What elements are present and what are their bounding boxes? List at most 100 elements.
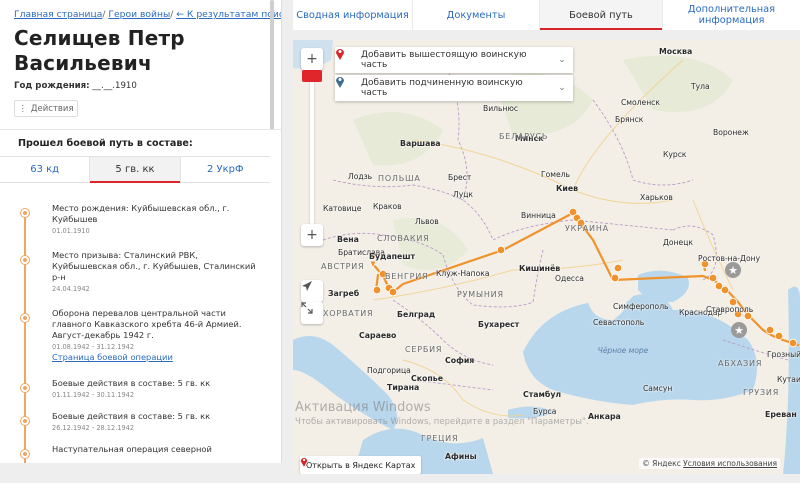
timeline-dot: [21, 256, 29, 264]
city-label: Симферополь: [613, 302, 669, 311]
event-date: 01.01.1910: [52, 227, 90, 235]
actions-button[interactable]: ⋮ Действия: [14, 100, 78, 117]
birth-label: Год рождения:: [14, 81, 90, 91]
map-copyright: © Яндекс Условия использования: [639, 458, 780, 469]
timeline-event: Место призыва: Сталинский РВК, Куйбышевс…: [21, 250, 262, 293]
sea-label: Чёрное море: [597, 346, 649, 355]
unit-tab-63kd[interactable]: 63 кд: [0, 157, 89, 182]
city-label: Стамбул: [523, 390, 562, 399]
tab-documents[interactable]: Документы: [413, 0, 540, 30]
star-pin-icon[interactable]: ★: [725, 262, 741, 278]
breadcrumb-separator: /: [170, 9, 174, 20]
scrollbar[interactable]: [270, 0, 274, 130]
country-label: ВЕНГРИЯ: [385, 272, 429, 281]
copyright-brand: © Яндекс: [642, 459, 681, 468]
city-label: Смоленск: [621, 98, 660, 107]
windows-activation-watermark: Активация Windows Чтобы активировать Win…: [295, 400, 589, 427]
breadcrumb-home-link[interactable]: Главная страница: [14, 9, 102, 20]
city-label: Тирана: [387, 383, 420, 392]
route-marker[interactable]: [708, 273, 718, 283]
event-text: Оборона перевалов центральной части глав…: [52, 308, 242, 340]
tab-combat-path[interactable]: Боевой путь: [540, 0, 663, 30]
timeline-event: Место рождения: Куйбышевская обл., г. Ку…: [21, 203, 262, 235]
zoom-out-button[interactable]: +: [301, 224, 323, 246]
filter-label: Добавить подчиненную воинскую часть: [361, 78, 523, 98]
city-label: Донецк: [663, 238, 693, 247]
route-marker[interactable]: [720, 285, 730, 295]
terms-of-use-link[interactable]: Условия использования: [683, 459, 777, 468]
chevron-down-icon: ⌄: [558, 83, 566, 93]
city-label: Самсун: [643, 384, 673, 393]
tab-label: Боевой путь: [569, 9, 633, 21]
unit-tab-5gvkk[interactable]: 5 гв. кк: [89, 157, 181, 183]
breadcrumb-heroes-link[interactable]: Герои войны: [108, 9, 170, 20]
city-label: Вильнюс: [483, 104, 519, 113]
route-marker[interactable]: [372, 285, 382, 295]
route-marker[interactable]: [788, 338, 798, 348]
country-label: ХОРВАТИЯ: [323, 309, 374, 318]
city-label: Афины: [445, 452, 477, 461]
tab-summary[interactable]: Сводная информация: [293, 0, 413, 30]
city-label: Курск: [663, 150, 687, 159]
city-label: Катовице: [323, 204, 362, 213]
event-date: 01.08.1942 - 31.12.1942: [52, 343, 135, 351]
country-label: БЕЛАРУСЬ: [499, 132, 549, 141]
zoom-slider[interactable]: [310, 74, 314, 240]
combat-path-timeline: Место рождения: Куйбышевская обл., г. Ку…: [0, 195, 281, 463]
city-label: Севастополь: [593, 318, 645, 327]
city-label: Ереван: [765, 410, 797, 419]
country-label: СЕРБИЯ: [405, 345, 443, 354]
route-marker[interactable]: [774, 331, 784, 341]
composition-title: Прошел боевой путь в составе:: [18, 138, 193, 149]
tab-label: Дополнительная информация: [687, 4, 776, 26]
unit-tab-2ukrf[interactable]: 2 УкрФ: [181, 157, 270, 182]
more-vertical-icon: ⋮: [18, 103, 27, 114]
zoom-slider-handle[interactable]: [302, 70, 322, 82]
event-text: Боевые действия в составе: 5 гв. кк: [52, 378, 211, 388]
back-to-results-link[interactable]: ← К результатам поиска: [176, 9, 281, 20]
person-name: Селищев Петр Васильевич: [14, 26, 185, 75]
city-label: Грозный: [767, 350, 800, 359]
zoom-in-button[interactable]: +: [301, 48, 323, 70]
plus-icon: +: [306, 227, 318, 243]
route-marker[interactable]: [388, 287, 398, 297]
person-panel: Главная страница/ Герои войны/ ← К резул…: [0, 0, 282, 463]
route-marker[interactable]: [496, 245, 506, 255]
event-text: Место рождения: Куйбышевская обл., г. Ку…: [52, 203, 230, 224]
open-in-yandex-maps-button[interactable]: Открыть в Яндекс Картах: [300, 456, 422, 474]
city-label: Сараево: [359, 331, 397, 340]
route-marker[interactable]: [765, 325, 775, 335]
add-higher-unit-select[interactable]: Добавить вышестоящую воинскую часть ⌄: [335, 47, 573, 73]
country-label: ГРУЗИЯ: [743, 388, 780, 397]
country-label: АБХАЗИЯ: [718, 359, 763, 368]
event-text: Боевые действия в составе: 5 гв. кк: [52, 411, 211, 421]
city-label: Вена: [337, 235, 359, 244]
timeline-dot: [21, 450, 29, 458]
birth-year: Год рождения: __.__.1910: [14, 81, 137, 91]
operation-page-link[interactable]: Страница боевой операции: [52, 352, 262, 362]
add-lower-unit-select[interactable]: Добавить подчиненную воинскую часть ⌄: [335, 75, 573, 101]
country-label: ПОЛЬША: [378, 174, 421, 183]
city-label: Загреб: [328, 289, 360, 298]
expand-icon: [301, 302, 313, 314]
route-marker[interactable]: [613, 263, 623, 273]
event-text: Место призыва: Сталинский РВК, Куйбышевс…: [52, 250, 256, 282]
country-label: АВСТРИЯ: [321, 262, 365, 271]
city-label: Винница: [521, 211, 556, 220]
star-pin-icon[interactable]: ★: [731, 322, 747, 338]
breadcrumb: Главная страница/ Герои войны/ ← К резул…: [14, 9, 281, 20]
tab-additional-info[interactable]: Дополнительная информация: [663, 0, 800, 30]
city-label: Москва: [659, 47, 693, 56]
city-label: Клуж-Напока: [436, 269, 490, 278]
route-marker[interactable]: [610, 273, 620, 283]
city-label: Подгорица: [367, 366, 411, 375]
unit-tabs: 63 кд 5 гв. кк 2 УкрФ: [0, 156, 270, 183]
city-label: Кутаиси: [777, 375, 800, 384]
geolocation-button[interactable]: [301, 280, 323, 302]
fullscreen-button[interactable]: [301, 302, 323, 324]
divider: [0, 129, 281, 130]
timeline-event: Наступательная операция северной: [21, 444, 262, 458]
city-label: Бухарест: [478, 320, 520, 329]
tab-label: Сводная информация: [296, 9, 409, 21]
city-label: Анкара: [588, 412, 621, 421]
